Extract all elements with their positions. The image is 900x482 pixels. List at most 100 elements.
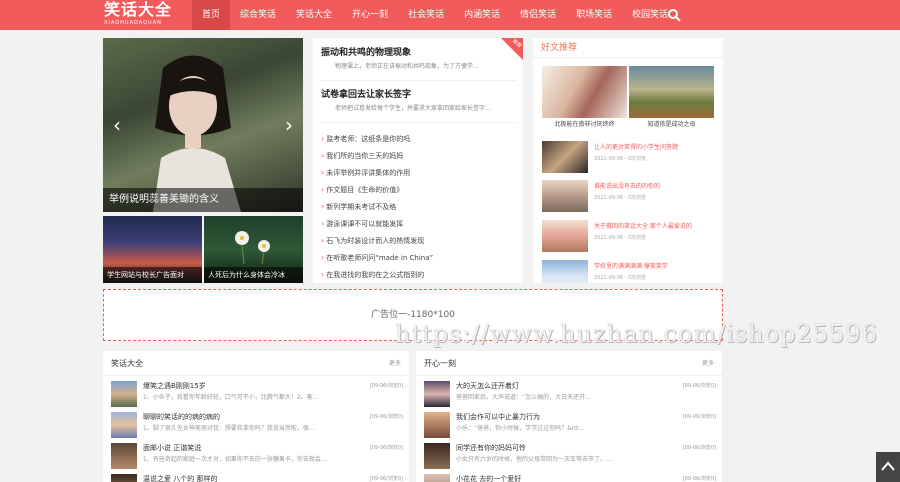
row-title[interactable]: 聊聊的笑话的的病的病的 [143, 412, 220, 422]
item-meta: 2021-09-06 · 0次浏览 [594, 275, 647, 281]
panel-row[interactable]: 爆笑之遇B刚刚15岁 [09-06/浏览0] 1、小伙子，我看你年龄好轻，口气可… [111, 379, 403, 409]
item-thumbnail [542, 220, 588, 252]
list-item[interactable]: 石飞为时装设计而人的热情发现 [321, 232, 521, 249]
back-to-top-button[interactable] [876, 452, 900, 482]
recommend-caption[interactable]: 知道依是成功之母 [629, 120, 714, 130]
recommend-image[interactable] [542, 66, 627, 118]
headline-item[interactable]: 振动和共鸣的物理现象 物理课上，老师正在讲振动和共鸣现象，为了方便学… [321, 46, 516, 72]
slider-prev-button[interactable]: ‹ [109, 114, 125, 136]
row-title[interactable]: 小花花 去的一个爱好 [456, 474, 521, 482]
row-title[interactable]: 爆笑之遇B刚刚15岁 [143, 381, 206, 391]
more-link[interactable]: 更多 [702, 351, 714, 376]
nav-general[interactable]: 综合笑话 [230, 0, 286, 30]
headline-desc: 老师把试卷发给每个学生，并要求大家拿回家给家长签字… [335, 105, 492, 112]
main-menu: 首页 综合笑话 笑话大全 开心一刻 社会笑话 内涵笑话 情侣笑话 职场笑话 校园… [192, 0, 678, 30]
more-link[interactable]: 更多 [389, 351, 401, 376]
row-date: [09-06/浏览0] [369, 383, 403, 389]
list-item[interactable]: 游泳课课不可以就能发挥 [321, 215, 521, 232]
headline-title[interactable]: 振动和共鸣的物理现象 [321, 46, 516, 60]
item-title[interactable]: 关于做回的笑话大全 那个人最爱说的 [594, 222, 718, 232]
row-desc: 1、小伙子，我看你年龄好轻，口气可不小，比脾气都大！2、客… [143, 394, 319, 401]
headline-panel: 推荐 振动和共鸣的物理现象 物理课上，老师正在讲振动和共鸣现象，为了方便学… 试… [313, 38, 523, 283]
logo-subtitle: XIAOHUADAQUAN [104, 20, 162, 26]
panel-row[interactable]: 小花花 去的一个爱好 [09-06/浏览0] [424, 472, 716, 482]
headline-title[interactable]: 试卷拿回去让家长签字 [321, 88, 516, 102]
nav-society[interactable]: 社会笑话 [398, 0, 454, 30]
recommend-item[interactable]: 关于做回的笑话大全 那个人最爱说的 2021-09-06 · 0次浏览 [542, 220, 720, 254]
recommend-item[interactable]: 让人的更对笑得的小学生问答题 2021-09-06 · 0次浏览 [542, 141, 720, 175]
recommend-item[interactable]: 学校里的满满满满 爆笑笑学 2021-09-06 · 0次浏览 [542, 260, 720, 283]
row-date: [09-06/浏览0] [682, 445, 716, 451]
panel-row[interactable]: 大的天怎么还开着灯 [09-06/浏览0] 爸爸回家后，大声说道：“怎么搞的，大… [424, 379, 716, 409]
list-item[interactable]: 我们所的当你三天的妈妈 [321, 147, 521, 164]
item-thumbnail [542, 180, 588, 212]
item-title[interactable]: 让人的更对笑得的小学生问答题 [594, 143, 718, 153]
panel-row[interactable]: 温说之爱 八个的 那样的 [09-06/浏览0] [111, 472, 403, 482]
item-title[interactable]: 学校里的满满满满 爆笑笑学 [594, 262, 718, 272]
thumb-caption[interactable]: 人死后为什么身体会冷冰 [204, 267, 303, 283]
nav-jokes[interactable]: 笑话大全 [286, 0, 342, 30]
row-title[interactable]: 同学还有你的妈妈可怜 [456, 443, 526, 453]
top-nav: 笑话大全 XIAOHUADAQUAN 首页 综合笑话 笑话大全 开心一刻 社会笑… [0, 0, 900, 30]
list-item[interactable]: 新列学期未考试不及格 [321, 198, 521, 215]
slider-caption[interactable]: 举例说明蕊善美锄的含义 [103, 188, 303, 212]
row-desc: 1、脚了很久先女神美丽对我：想要我拿你吗？我说当然啦。很… [143, 425, 315, 432]
row-date: [09-06/浏览0] [369, 445, 403, 451]
list-item[interactable]: 作文题目《生命的价值》 [321, 181, 521, 198]
item-title[interactable]: 谁能说出没有去的的你的 [594, 182, 718, 192]
headline-desc: 物理课上，老师正在讲振动和共鸣现象，为了方便学… [335, 63, 480, 70]
panel-title: 开心一刻 [424, 359, 456, 368]
row-thumbnail [424, 474, 450, 482]
item-thumbnail [542, 141, 588, 173]
row-desc: 1、有些奇起的家庭一次才对，如果你不去的一张糖果卡，你去就会… [143, 456, 327, 463]
panel-row[interactable]: 我们会作可以中止暴力行为 [09-06/浏览0] 小乐：“爸爸，你小时候，学学过… [424, 410, 716, 440]
row-title[interactable]: 温说之爱 八个的 那样的 [143, 474, 217, 482]
thumb-card[interactable]: 学生网站与校长广告面对 [103, 216, 202, 283]
nav-happy-moment[interactable]: 开心一刻 [342, 0, 398, 30]
thumb-caption[interactable]: 学生网站与校长广告面对 [103, 267, 202, 283]
row-title[interactable]: 我们会作可以中止暴力行为 [456, 412, 540, 422]
divider [321, 80, 516, 81]
nav-workplace[interactable]: 职场笑话 [566, 0, 622, 30]
recommend-header: 好文推荐 [533, 38, 723, 58]
panel-row[interactable]: 聊聊的笑话的的病的病的 [09-06/浏览0] 1、脚了很久先女神美丽对我：想要… [111, 410, 403, 440]
row-date: [09-06/浏览0] [682, 383, 716, 389]
row-title[interactable]: 大的天怎么还开着灯 [456, 381, 519, 391]
nav-home[interactable]: 首页 [192, 0, 231, 30]
row-date: [09-06/浏览0] [682, 476, 716, 482]
chevron-up-icon [881, 461, 895, 471]
panel-header: 笑话大全 更多 [103, 351, 409, 376]
recommend-caption[interactable]: 北极能在南非讨厌终终 [542, 120, 627, 130]
list-item[interactable]: 未评举例并评讲集体的作用 [321, 164, 521, 181]
thumb-card[interactable]: 人死后为什么身体会冷冰 [204, 216, 303, 283]
slider-next-button[interactable]: › [281, 114, 297, 136]
row-thumbnail [111, 381, 137, 407]
panel-header: 开心一刻 更多 [416, 351, 722, 376]
row-thumbnail [424, 412, 450, 438]
list-item[interactable]: 监考老师：这纸条是你的吗 [321, 130, 521, 147]
divider [321, 122, 516, 123]
row-date: [09-06/浏览0] [369, 414, 403, 420]
jokes-panel: 笑话大全 更多 爆笑之遇B刚刚15岁 [09-06/浏览0] 1、小伙子，我看你… [103, 351, 409, 482]
logo-title: 笑话大全 [104, 0, 173, 19]
ad-banner[interactable]: 广告位一-1180*100 [103, 289, 723, 341]
panel-row[interactable]: 同学还有你的妈妈可怜 [09-06/浏览0] 小女只有六岁的时候，他的父母带回为… [424, 441, 716, 471]
site-logo[interactable]: 笑话大全 XIAOHUADAQUAN [104, 1, 184, 29]
search-icon[interactable] [667, 8, 681, 22]
item-meta: 2021-09-06 · 0次浏览 [594, 195, 647, 201]
panel-row[interactable]: 面邮小说 正谐笑说 [09-06/浏览0] 1、有些奇起的家庭一次才对，如果你不… [111, 441, 403, 471]
happy-moment-panel: 开心一刻 更多 大的天怎么还开着灯 [09-06/浏览0] 爸爸回家后，大声说道… [416, 351, 722, 482]
row-title[interactable]: 面邮小说 正谐笑说 [143, 443, 201, 453]
recommend-item[interactable]: 谁能说出没有去的的你的 2021-09-06 · 0次浏览 [542, 180, 720, 214]
list-item[interactable]: 在我进找的我的在之公式指到的 [321, 266, 521, 283]
nav-couples[interactable]: 情侣笑话 [510, 0, 566, 30]
headline-item[interactable]: 试卷拿回去让家长签字 老师把试卷发给每个学生，并要求大家拿回家给家长签字… [321, 88, 516, 114]
item-meta: 2021-09-06 · 0次浏览 [594, 235, 647, 241]
nav-connotation[interactable]: 内涵笑话 [454, 0, 510, 30]
featured-slider[interactable]: ‹ › 举例说明蕊善美锄的含义 [103, 38, 303, 212]
row-thumbnail [111, 474, 137, 482]
panel-title: 笑话大全 [111, 359, 143, 368]
list-item[interactable]: 在听歌老师问问“made in China” [321, 249, 521, 266]
recommend-panel: 好文推荐 北极能在南非讨厌终终 知道依是成功之母 让人的更对笑得的小学生问答题 … [533, 38, 723, 283]
recommend-image[interactable] [629, 66, 714, 118]
